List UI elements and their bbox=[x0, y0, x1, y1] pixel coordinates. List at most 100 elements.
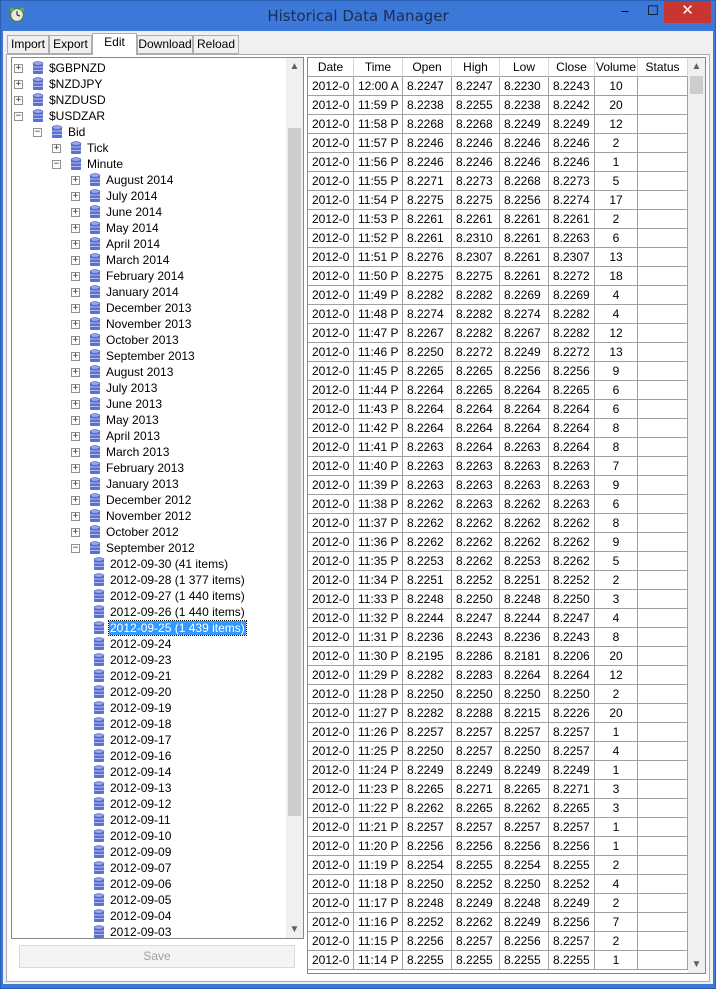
cell-high[interactable]: 8.2273 bbox=[452, 172, 500, 191]
cell-time[interactable]: 11:56 P bbox=[354, 153, 403, 172]
cell-high[interactable]: 8.2262 bbox=[452, 514, 500, 533]
cell-high[interactable]: 8.2275 bbox=[452, 267, 500, 286]
table-row[interactable]: 2012-0 11:52 P 8.2261 8.2310 8.2261 8.2263 6 bbox=[308, 229, 688, 248]
column-header-status[interactable]: Status bbox=[638, 58, 688, 77]
cell-open[interactable]: 8.2264 bbox=[403, 419, 452, 438]
cell-low[interactable]: 8.2268 bbox=[500, 172, 549, 191]
cell-open[interactable]: 8.2282 bbox=[403, 666, 452, 685]
table-row[interactable]: 2012-0 11:14 P 8.2255 8.2255 8.2255 8.2255 1 bbox=[308, 951, 688, 970]
table-row[interactable]: 2012-0 11:35 P 8.2253 8.2262 8.2253 8.2262 5 bbox=[308, 552, 688, 571]
cell-volume[interactable]: 9 bbox=[595, 476, 638, 495]
expand-icon[interactable]: + bbox=[71, 448, 80, 457]
cell-open[interactable]: 8.2267 bbox=[403, 324, 452, 343]
cell-open[interactable]: 8.2251 bbox=[403, 571, 452, 590]
cell-date[interactable]: 2012-0 bbox=[308, 229, 354, 248]
tree-item[interactable]: + December 2013 bbox=[12, 300, 286, 316]
data-grid[interactable]: Date Time Open High Low Close Volume Status 201… bbox=[307, 57, 706, 974]
table-row[interactable]: 2012-0 11:48 P 8.2274 8.2282 8.2274 8.2282 4 bbox=[308, 305, 688, 324]
tree-item[interactable]: 2012-09-24 bbox=[12, 636, 286, 652]
tree-item[interactable]: 2012-09-09 bbox=[12, 844, 286, 860]
cell-low[interactable]: 8.2236 bbox=[500, 628, 549, 647]
cell-date[interactable]: 2012-0 bbox=[308, 894, 354, 913]
cell-time[interactable]: 11:23 P bbox=[354, 780, 403, 799]
cell-volume[interactable]: 4 bbox=[595, 609, 638, 628]
table-row[interactable]: 2012-0 11:41 P 8.2263 8.2264 8.2263 8.2264 8 bbox=[308, 438, 688, 457]
table-row[interactable]: 2012-0 11:49 P 8.2282 8.2282 8.2269 8.2269 4 bbox=[308, 286, 688, 305]
expand-icon[interactable]: + bbox=[71, 320, 80, 329]
cell-time[interactable]: 11:34 P bbox=[354, 571, 403, 590]
table-row[interactable]: 2012-0 11:15 P 8.2256 8.2257 8.2256 8.2257 2 bbox=[308, 932, 688, 951]
cell-low[interactable]: 8.2249 bbox=[500, 343, 549, 362]
cell-high[interactable]: 8.2257 bbox=[452, 742, 500, 761]
tree-item[interactable]: + January 2013 bbox=[12, 476, 286, 492]
cell-open[interactable]: 8.2262 bbox=[403, 514, 452, 533]
cell-date[interactable]: 2012-0 bbox=[308, 913, 354, 932]
cell-date[interactable]: 2012-0 bbox=[308, 476, 354, 495]
cell-close[interactable]: 8.2252 bbox=[549, 571, 595, 590]
cell-status[interactable] bbox=[638, 153, 688, 172]
cell-time[interactable]: 11:46 P bbox=[354, 343, 403, 362]
cell-close[interactable]: 8.2262 bbox=[549, 533, 595, 552]
cell-date[interactable]: 2012-0 bbox=[308, 685, 354, 704]
cell-date[interactable]: 2012-0 bbox=[308, 837, 354, 856]
cell-volume[interactable]: 6 bbox=[595, 229, 638, 248]
tree-item[interactable]: 2012-09-03 bbox=[12, 924, 286, 938]
cell-time[interactable]: 11:15 P bbox=[354, 932, 403, 951]
cell-status[interactable] bbox=[638, 761, 688, 780]
cell-high[interactable]: 8.2275 bbox=[452, 191, 500, 210]
cell-low[interactable]: 8.2215 bbox=[500, 704, 549, 723]
expand-icon[interactable]: + bbox=[71, 224, 80, 233]
cell-low[interactable]: 8.2257 bbox=[500, 723, 549, 742]
tree-item[interactable]: 2012-09-23 bbox=[12, 652, 286, 668]
cell-volume[interactable]: 13 bbox=[595, 343, 638, 362]
cell-low[interactable]: 8.2263 bbox=[500, 438, 549, 457]
tree-item[interactable]: − Minute bbox=[12, 156, 286, 172]
cell-high[interactable]: 8.2307 bbox=[452, 248, 500, 267]
cell-status[interactable] bbox=[638, 666, 688, 685]
cell-close[interactable]: 8.2249 bbox=[549, 115, 595, 134]
table-row[interactable]: 2012-0 12:00 A 8.2247 8.2247 8.2230 8.2243 10 bbox=[308, 77, 688, 96]
cell-low[interactable]: 8.2250 bbox=[500, 685, 549, 704]
table-row[interactable]: 2012-0 11:34 P 8.2251 8.2252 8.2251 8.2252 2 bbox=[308, 571, 688, 590]
cell-open[interactable]: 8.2262 bbox=[403, 533, 452, 552]
cell-status[interactable] bbox=[638, 571, 688, 590]
cell-time[interactable]: 11:43 P bbox=[354, 400, 403, 419]
cell-status[interactable] bbox=[638, 609, 688, 628]
cell-status[interactable] bbox=[638, 229, 688, 248]
title-bar[interactable]: Historical Data Manager – ☐ ✕ bbox=[1, 1, 715, 31]
cell-close[interactable]: 8.2257 bbox=[549, 932, 595, 951]
cell-time[interactable]: 11:35 P bbox=[354, 552, 403, 571]
cell-close[interactable]: 8.2265 bbox=[549, 799, 595, 818]
expand-icon[interactable]: + bbox=[71, 496, 80, 505]
tree-item[interactable]: + March 2013 bbox=[12, 444, 286, 460]
table-row[interactable]: 2012-0 11:16 P 8.2252 8.2262 8.2249 8.2256 7 bbox=[308, 913, 688, 932]
cell-low[interactable]: 8.2263 bbox=[500, 457, 549, 476]
tree-item[interactable]: 2012-09-11 bbox=[12, 812, 286, 828]
cell-open[interactable]: 8.2244 bbox=[403, 609, 452, 628]
cell-high[interactable]: 8.2263 bbox=[452, 457, 500, 476]
cell-date[interactable]: 2012-0 bbox=[308, 533, 354, 552]
cell-high[interactable]: 8.2288 bbox=[452, 704, 500, 723]
cell-volume[interactable]: 8 bbox=[595, 438, 638, 457]
cell-high[interactable]: 8.2264 bbox=[452, 438, 500, 457]
cell-time[interactable]: 11:21 P bbox=[354, 818, 403, 837]
cell-open[interactable]: 8.2246 bbox=[403, 134, 452, 153]
cell-open[interactable]: 8.2282 bbox=[403, 286, 452, 305]
cell-high[interactable]: 8.2262 bbox=[452, 552, 500, 571]
expand-icon[interactable]: + bbox=[14, 80, 23, 89]
tree-item[interactable]: + October 2012 bbox=[12, 524, 286, 540]
cell-date[interactable]: 2012-0 bbox=[308, 419, 354, 438]
cell-date[interactable]: 2012-0 bbox=[308, 628, 354, 647]
cell-volume[interactable]: 2 bbox=[595, 932, 638, 951]
expand-icon[interactable]: + bbox=[71, 368, 80, 377]
cell-low[interactable]: 8.2274 bbox=[500, 305, 549, 324]
cell-time[interactable]: 11:22 P bbox=[354, 799, 403, 818]
column-header-open[interactable]: Open bbox=[403, 58, 452, 77]
cell-close[interactable]: 8.2263 bbox=[549, 495, 595, 514]
cell-low[interactable]: 8.2249 bbox=[500, 761, 549, 780]
cell-volume[interactable]: 8 bbox=[595, 419, 638, 438]
cell-status[interactable] bbox=[638, 704, 688, 723]
expand-icon[interactable]: + bbox=[71, 480, 80, 489]
cell-high[interactable]: 8.2265 bbox=[452, 799, 500, 818]
cell-high[interactable]: 8.2264 bbox=[452, 400, 500, 419]
